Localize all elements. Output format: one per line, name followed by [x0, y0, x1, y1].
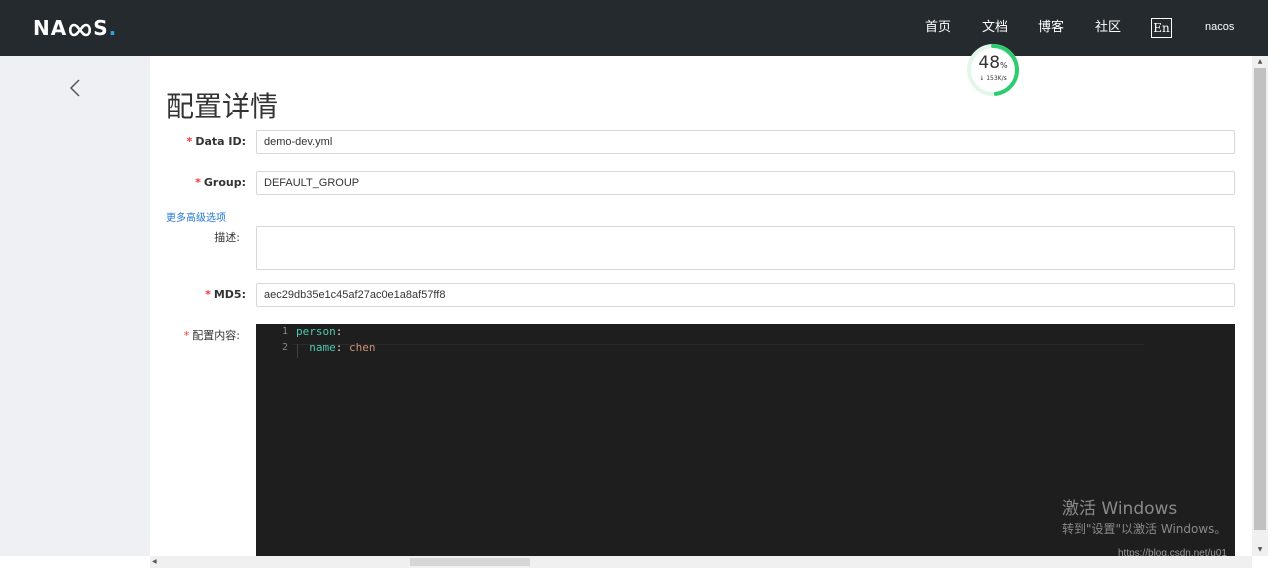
top-nav: NA S. 首页 文档 博客 社区 En nacos — [0, 0, 1280, 56]
data-id-field[interactable]: demo-dev.yml — [256, 130, 1235, 154]
scrollbar-thumb[interactable] — [1254, 68, 1266, 530]
sidebar — [0, 56, 150, 556]
yaml-value: chen — [349, 341, 376, 354]
user-menu[interactable]: nacos — [1205, 21, 1234, 33]
network-speed: ↓ 153K/s — [979, 75, 1007, 82]
vertical-scrollbar[interactable]: ▲ ▼ — [1252, 56, 1268, 556]
back-arrow-icon[interactable] — [67, 78, 83, 98]
scroll-down-icon[interactable]: ▼ — [1252, 544, 1268, 556]
scrollbar-thumb[interactable] — [410, 558, 530, 566]
line-number: 1 — [281, 326, 288, 337]
yaml-key: person — [296, 325, 336, 338]
group-field[interactable]: DEFAULT_GROUP — [256, 171, 1235, 195]
md5-value: aec29db35e1c45af27ac0e1a8af57ff8 — [264, 289, 446, 301]
content-label-text: 配置内容: — [192, 329, 240, 342]
horizontal-scrollbar[interactable]: ◀ — [150, 556, 1252, 568]
network-percent: 48% — [966, 54, 1020, 75]
yaml-separator: : — [335, 341, 349, 354]
nacos-logo[interactable]: NA S. — [33, 16, 117, 42]
required-mark: * — [186, 135, 193, 148]
logo-infinity-icon — [68, 18, 92, 42]
logo-text-start: NA — [33, 16, 68, 40]
scroll-left-icon[interactable]: ◀ — [152, 556, 157, 568]
required-mark: * — [195, 176, 201, 189]
data-id-value: demo-dev.yml — [264, 136, 333, 148]
nav-community[interactable]: 社区 — [1095, 19, 1121, 37]
required-mark: * — [183, 329, 190, 342]
description-field[interactable] — [256, 226, 1235, 270]
code-line: name: chen — [296, 341, 376, 354]
page-title: 配置详情 — [166, 90, 279, 123]
md5-label: * MD5: — [156, 288, 246, 302]
group-value: DEFAULT_GROUP — [264, 177, 360, 189]
nav-home[interactable]: 首页 — [925, 19, 951, 37]
group-label-text: Group: — [203, 176, 246, 189]
window-edge — [1268, 0, 1280, 568]
md5-label-text: MD5: — [213, 288, 246, 301]
md5-field[interactable]: aec29db35e1c45af27ac0e1a8af57ff8 — [256, 283, 1235, 307]
yaml-separator: : — [335, 325, 343, 338]
nav-docs[interactable]: 文档 — [982, 19, 1008, 37]
windows-activation-title: 激活 Windows — [1062, 499, 1178, 519]
advanced-options-link[interactable]: 更多高级选项 — [166, 212, 226, 226]
data-id-label: * Data ID: — [156, 135, 246, 149]
yaml-key: name — [296, 341, 336, 354]
percent-unit: % — [1000, 61, 1008, 70]
code-line: person: — [296, 325, 342, 338]
description-label: 描述: — [214, 231, 240, 244]
line-number: 2 — [281, 342, 288, 353]
data-id-label-text: Data ID: — [195, 135, 246, 148]
windows-activation-subtitle: 转到"设置"以激活 Windows。 — [1062, 522, 1227, 536]
required-mark: * — [205, 288, 211, 301]
nav-blog[interactable]: 博客 — [1038, 19, 1064, 37]
percent-value: 48 — [978, 53, 1001, 73]
logo-dot: . — [108, 16, 118, 40]
language-toggle[interactable]: En — [1151, 18, 1172, 38]
group-label: * Group: — [156, 176, 246, 190]
current-line-highlight — [292, 329, 1144, 345]
scroll-up-icon[interactable]: ▲ — [1252, 56, 1268, 68]
content-label: * 配置内容: — [150, 329, 240, 343]
logo-text-end: S — [93, 16, 109, 40]
network-speed-widget[interactable]: 48% ↓ 153K/s — [966, 43, 1020, 97]
